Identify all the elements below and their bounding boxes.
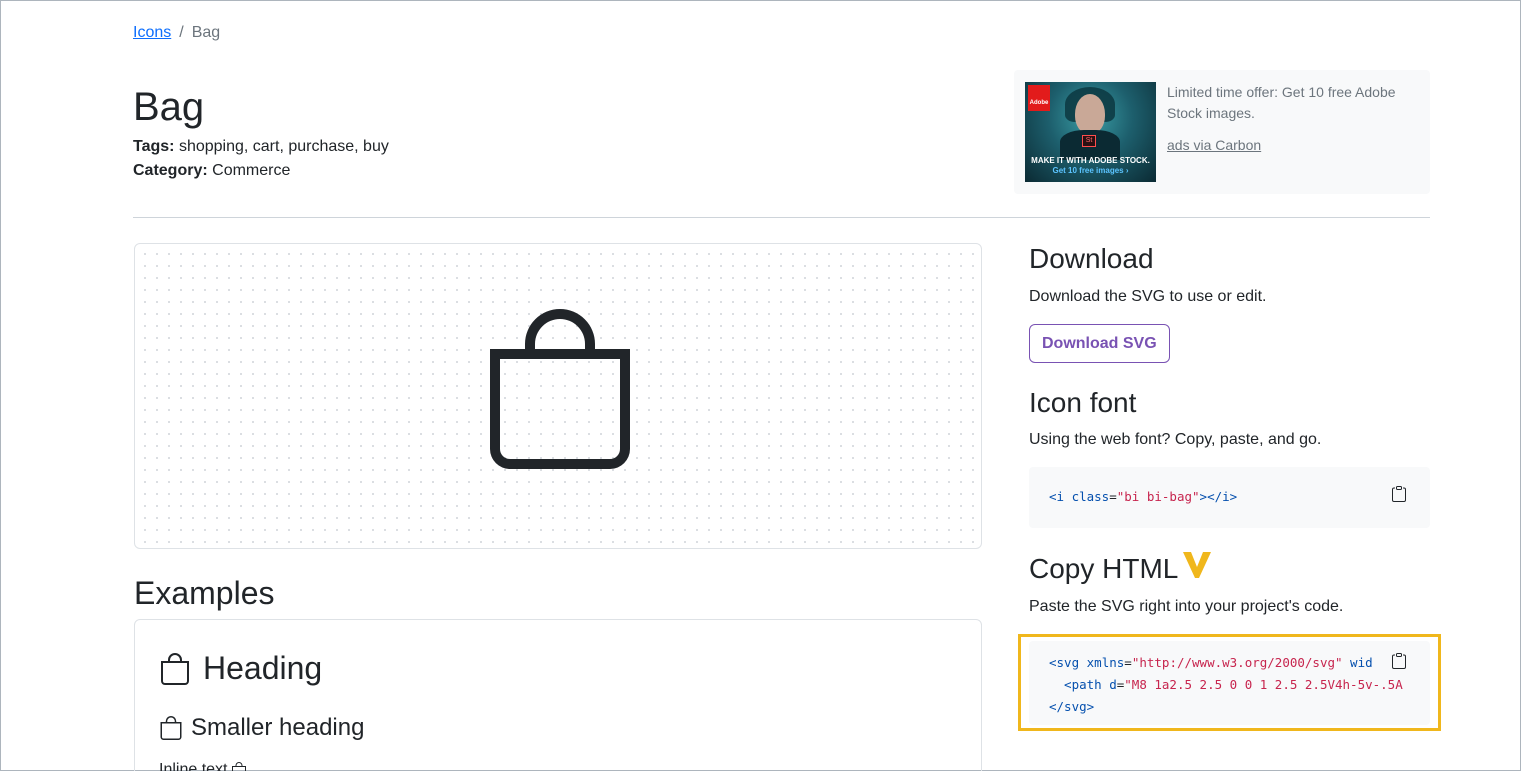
ad-image-face	[1075, 94, 1105, 134]
example-smaller-heading-text: Smaller heading	[191, 714, 365, 741]
icon-preview	[134, 243, 982, 549]
example-heading-text: Heading	[203, 650, 323, 686]
tags-value: shopping, cart, purchase, buy	[178, 138, 389, 155]
example-inline-text: Inline text	[159, 761, 228, 771]
bag-icon	[490, 309, 630, 469]
bag-icon	[232, 762, 247, 771]
breadcrumb: Icons / Bag	[133, 24, 220, 42]
breadcrumb-current: Bag	[191, 24, 221, 41]
icon-font-title: Icon font	[1029, 387, 1137, 418]
divider	[133, 217, 1430, 218]
ad-image-subcaption: Get 10 free images ›	[1052, 166, 1129, 175]
icon-font-description: Using the web font? Copy, paste, and go.	[1029, 431, 1322, 448]
category-line: Category: Commerce	[133, 162, 290, 180]
carbon-ad: Adobe St MAKE IT WITH ADOBE STOCK. Get 1…	[1014, 70, 1430, 194]
copy-html-highlight	[1018, 634, 1441, 731]
breadcrumb-link-icons[interactable]: Icons	[133, 24, 171, 42]
code-string: "bi bi-bag"	[1116, 489, 1200, 504]
ad-image[interactable]: Adobe St MAKE IT WITH ADOBE STOCK. Get 1…	[1025, 82, 1156, 182]
category-value: Commerce	[212, 162, 291, 179]
code-tag: <i	[1049, 489, 1072, 504]
example-heading: Heading	[159, 650, 322, 687]
code-attr: class	[1071, 489, 1110, 504]
v-mark-icon	[1183, 552, 1211, 578]
example-inline: Inline text	[159, 761, 247, 771]
icon-font-code-line: <i class="bi bi-bag"></i>	[1049, 489, 1237, 504]
breadcrumb-separator: /	[179, 24, 184, 41]
tags-line: Tags: shopping, cart, purchase, buy	[133, 138, 389, 156]
ad-via-link[interactable]: ads via Carbon	[1167, 137, 1261, 153]
copy-html-description: Paste the SVG right into your project's …	[1029, 598, 1344, 615]
ad-text[interactable]: Limited time offer: Get 10 free Adobe St…	[1167, 82, 1422, 124]
examples-title: Examples	[134, 575, 275, 611]
category-label: Category:	[133, 162, 208, 179]
code-eq: =	[1109, 489, 1117, 504]
download-description: Download the SVG to use or edit.	[1029, 288, 1267, 305]
copy-icon-font-button[interactable]	[1391, 486, 1411, 506]
page-title: Bag	[133, 85, 205, 129]
adobe-stock-badge: St	[1082, 135, 1096, 147]
bag-icon	[161, 652, 189, 685]
bag-icon	[160, 716, 182, 740]
download-svg-button[interactable]: Download SVG	[1029, 324, 1170, 363]
download-title: Download	[1029, 243, 1154, 274]
clipboard-icon	[1392, 486, 1406, 502]
tags-label: Tags:	[133, 138, 175, 155]
ad-image-caption: MAKE IT WITH ADOBE STOCK.	[1031, 156, 1150, 165]
examples-panel: Heading Smaller heading Inline text	[134, 619, 982, 771]
icon-font-code[interactable]: <i class="bi bi-bag"></i>	[1029, 467, 1430, 528]
copy-html-title: Copy HTML	[1029, 553, 1179, 584]
code-close-tag: ></i>	[1199, 489, 1238, 504]
adobe-logo: Adobe	[1028, 85, 1050, 111]
example-smaller-heading: Smaller heading	[159, 714, 364, 742]
